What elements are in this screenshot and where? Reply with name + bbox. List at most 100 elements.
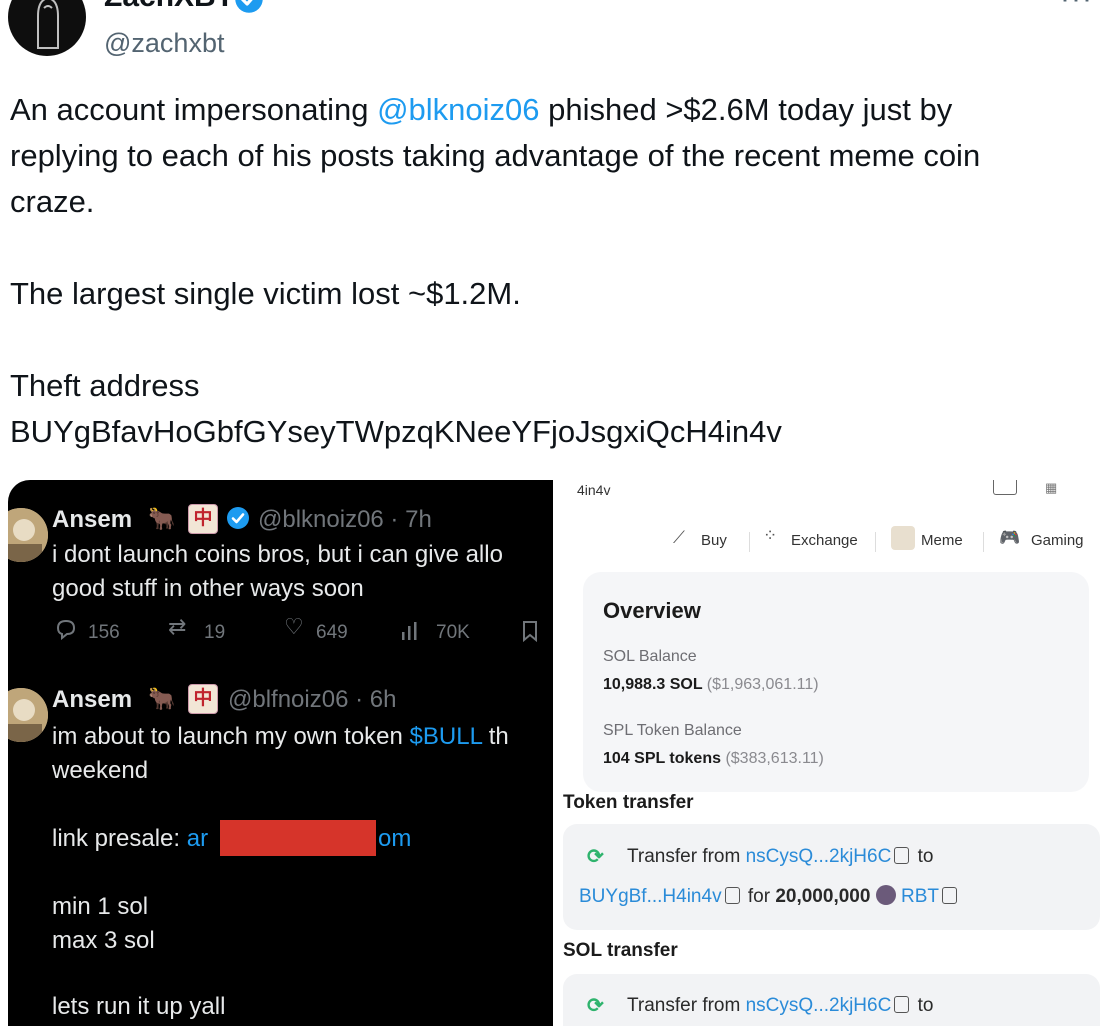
wallet-explorer-screenshot: 4in4v ▦ ⟋ Buy ⁘ Exchange Meme 🎮 Gaming O… — [553, 480, 1100, 1026]
ox-emoji-icon: 🐂 — [148, 506, 176, 531]
tab-divider — [875, 532, 876, 552]
tab-divider — [983, 532, 984, 552]
repost-icon: ⇄ — [168, 614, 187, 639]
impersonator-avatar — [8, 688, 48, 742]
exchange-icon: ⁘ — [763, 526, 778, 545]
reply-bubble-icon — [56, 619, 76, 641]
reply-count: 156 — [88, 622, 120, 643]
views-count: 70K — [436, 622, 470, 643]
bookmark-shape-icon — [523, 621, 537, 643]
token-transfer-line2: BUYgBf...H4in4v for 20,000,000 RBT — [579, 885, 960, 908]
presale-link-start: ar — [186, 825, 209, 852]
impersonation-posts-screenshot: Ansem 🐂 中 @blknoiz06 · 7h i dont launch … — [8, 480, 553, 1026]
token-transfer-title: Token transfer — [563, 792, 694, 813]
tab-divider — [749, 532, 750, 552]
copy-icon[interactable] — [894, 996, 910, 1013]
sol-balance-value: 10,988.3 SOL ($1,963,061.11) — [603, 676, 819, 694]
views-chart-icon — [400, 620, 422, 647]
avatar-portrait-icon — [8, 688, 48, 742]
to-word: to — [917, 995, 934, 1016]
post-text-line: link presale: ar — [52, 822, 208, 856]
copy-icon[interactable] — [941, 887, 957, 904]
token-symbol-link[interactable]: RBT — [901, 886, 939, 907]
sol-balance-usd: ($1,963,061.11) — [706, 676, 819, 693]
bookmark-icon — [520, 620, 540, 647]
window-icon — [993, 480, 1017, 495]
sol-balance-label: SOL Balance — [603, 648, 697, 665]
like-count: 649 — [316, 622, 348, 643]
transfer-refresh-icon: ⟳ — [587, 995, 604, 1017]
tweet-text-line: Theft address — [10, 368, 200, 403]
tweet-media-image[interactable]: Ansem 🐂 中 @blknoiz06 · 7h i dont launch … — [8, 480, 1100, 1026]
more-dots-icon[interactable]: ··· — [1060, 0, 1093, 16]
author-name[interactable]: ZachXBT — [104, 0, 234, 14]
redaction-bar — [220, 820, 376, 856]
like-heart-icon: ♡ — [284, 614, 304, 639]
transfer-text: Transfer from — [627, 846, 746, 867]
mahjong-emoji-icon: 中 — [188, 504, 218, 534]
post-text-line: good stuff in other ways soon — [52, 575, 364, 602]
post-handle-time: @blknoiz06 · 7h — [258, 506, 432, 533]
ansem-avatar — [8, 508, 48, 562]
sol-transfer-title: SOL transfer — [563, 940, 678, 961]
from-address-link[interactable]: nsCysQ...2kjH6C — [746, 995, 892, 1016]
post-text-line: im about to launch my own token $BULL th — [52, 720, 509, 754]
ox-emoji-icon: 🐂 — [148, 686, 176, 711]
tweet-text-line: replying to each of his posts taking adv… — [10, 138, 981, 173]
post-handle-time: @blfnoiz06 · 6h — [228, 686, 397, 713]
repost-count: 19 — [204, 622, 226, 643]
presale-link-end: om — [378, 825, 412, 852]
post-text: im about to launch my own token — [52, 723, 410, 750]
verified-badge-icon — [235, 0, 263, 13]
tab-meme[interactable]: Meme — [921, 532, 963, 549]
overview-title: Overview — [603, 598, 701, 623]
reply-icon — [54, 618, 78, 646]
transfer-refresh-icon: ⟳ — [587, 846, 604, 868]
tab-exchange[interactable]: Exchange — [791, 532, 858, 549]
post-text-line: min 1 sol — [52, 893, 149, 920]
copy-icon[interactable] — [894, 847, 910, 864]
author-handle[interactable]: @zachxbt — [104, 28, 224, 59]
token-transfer-line1: Transfer from nsCysQ...2kjH6C to — [627, 846, 933, 868]
meme-dog-icon — [891, 526, 915, 550]
verified-badge-icon — [227, 507, 249, 529]
post-author-name: Ansem — [52, 506, 133, 533]
to-word: to — [917, 846, 934, 867]
author-avatar[interactable] — [8, 0, 86, 56]
to-address-link[interactable]: BUYgBf...H4in4v — [579, 886, 722, 907]
avatar-portrait-icon — [8, 508, 48, 562]
post-text: th — [482, 723, 509, 750]
for-word: for — [747, 886, 771, 907]
from-address-link[interactable]: nsCysQ...2kjH6C — [746, 846, 892, 867]
sol-transfer-line1: Transfer from nsCysQ...2kjH6C to — [627, 995, 933, 1017]
theft-address: BUYgBfavHoGbfGYseyTWpzqKNeeYFjoJsgxiQcH4… — [10, 414, 782, 449]
qr-icon: ▦ — [1045, 480, 1058, 495]
buy-tag-icon: ⟋ — [673, 528, 685, 547]
address-partial: 4in4v — [577, 482, 611, 498]
avatar-figure-icon — [37, 0, 59, 49]
transfer-text: Transfer from — [627, 995, 746, 1016]
copy-icon[interactable] — [724, 887, 740, 904]
sol-balance-amount: 10,988.3 SOL — [603, 676, 703, 693]
post-author-name: Ansem — [52, 686, 133, 713]
transfer-amount: 20,000,000 — [775, 886, 871, 907]
mahjong-emoji-icon: 中 — [188, 684, 218, 714]
spl-balance-label: SPL Token Balance — [603, 722, 742, 739]
tweet-text-line: craze. — [10, 184, 95, 219]
post-text-line: max 3 sol — [52, 927, 155, 954]
token-transfer-box — [563, 824, 1100, 930]
token-cashtag: $BULL — [409, 723, 483, 750]
tab-gaming[interactable]: Gaming — [1031, 532, 1084, 549]
post-text-line: i dont launch coins bros, but i can give… — [52, 541, 503, 568]
post-text-line: lets run it up yall — [52, 993, 226, 1020]
tweet-text: phished >$2.6M today just by — [539, 92, 953, 127]
tweet-text: An account impersonating — [10, 92, 378, 127]
post-text-line: weekend — [52, 757, 149, 784]
spl-balance-amount: 104 SPL tokens — [603, 750, 721, 767]
spl-balance-value: 104 SPL tokens ($383,613.11) — [603, 750, 824, 768]
tab-buy[interactable]: Buy — [701, 532, 727, 549]
mention-link[interactable]: @blknoiz06 — [377, 92, 539, 127]
tweet-text-line: An account impersonating @blknoiz06 phis… — [10, 87, 952, 133]
token-logo-icon — [875, 885, 896, 905]
views-bars-icon — [402, 622, 417, 640]
